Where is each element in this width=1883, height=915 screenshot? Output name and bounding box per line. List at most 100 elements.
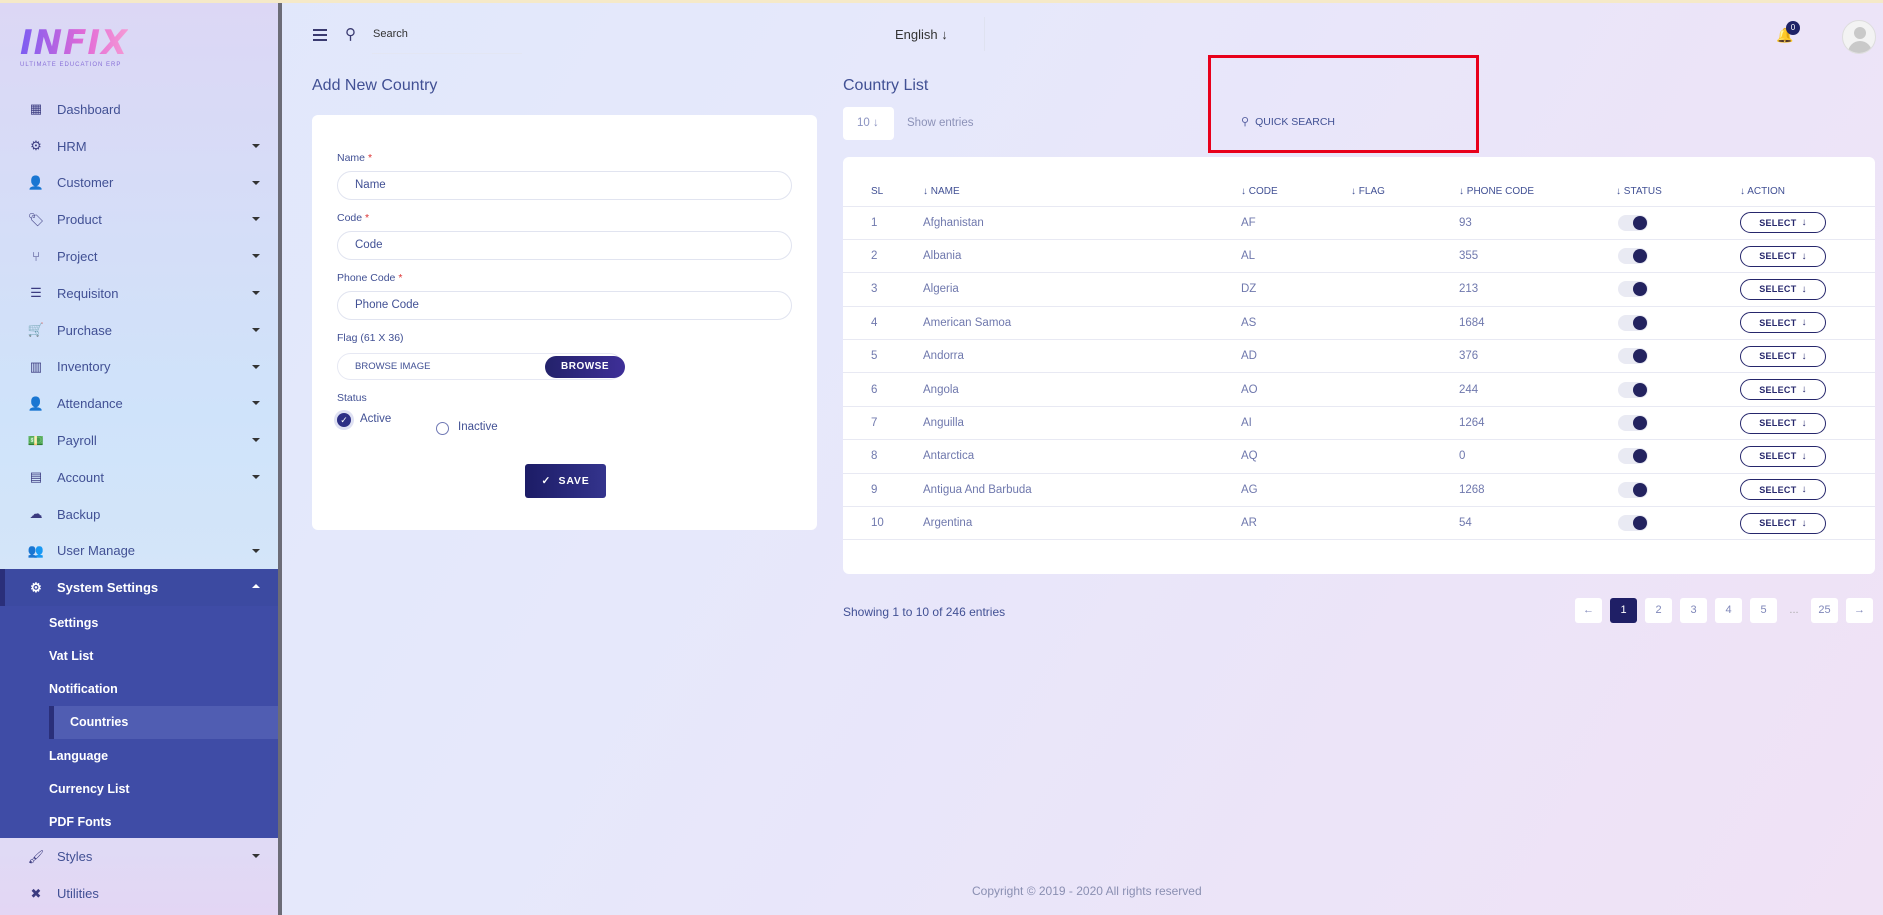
logo-text: INFIX [20,23,129,63]
sidebar-item-utilities[interactable]: ✖ Utilities [0,875,278,912]
prev-page-icon[interactable]: ← [1575,598,1602,623]
action-cell: SELECT ↓ [1740,306,1875,341]
table-row: 6 Angola AO 244 SELECT ↓ [843,372,1875,407]
logo-tagline: ULTIMATE EDUCATION ERP [20,62,122,68]
sidebar-item-customer[interactable]: 👤 Customer [0,165,278,202]
action-cell: SELECT ↓ [1740,406,1875,441]
column-header-sl[interactable]: SL [843,177,923,207]
name-cell: Angola [923,372,1241,407]
select-action-button[interactable]: SELECT ↓ [1740,245,1826,267]
phone-code-cell: 213 [1459,272,1616,307]
column-header-status[interactable]: ↓ STATUS [1616,177,1740,207]
sidebar-item-inventory[interactable]: ▥ Inventory [0,349,278,386]
sidebar-item-dashboard[interactable]: ▦ Dashboard [0,91,278,128]
save-button[interactable]: ✓ SAVE [525,464,606,498]
select-action-button[interactable]: SELECT ↓ [1740,512,1826,534]
sidebar-item-backup[interactable]: ☁ Backup [0,496,278,533]
submenu-item-currency-list[interactable]: Currency List [0,772,278,805]
phone-code-cell: 54 [1459,506,1616,541]
sidebar-item-system-settings[interactable]: ⚙ System Settings [0,569,278,607]
entries-per-page-select[interactable]: 10 ↓ [843,107,894,140]
submenu-item-settings[interactable]: Settings [0,606,278,639]
form-title: Add New Country [312,77,438,94]
select-action-button[interactable]: SELECT ↓ [1740,379,1826,401]
next-page-icon[interactable]: → [1846,598,1873,623]
sidebar-item-account[interactable]: ▤ Account [0,459,278,496]
table-row: 5 Andorra AD 376 SELECT ↓ [843,339,1875,374]
phone-code-field[interactable]: Phone Code [337,291,792,320]
sidebar-item-purchase[interactable]: 🛒 Purchase [0,312,278,349]
page-button[interactable]: 2 [1645,598,1672,623]
inactive-radio[interactable] [436,422,449,435]
flag-cell [1351,506,1459,541]
name-cell: Antigua And Barbuda [923,473,1241,508]
column-header-code[interactable]: ↓ CODE [1241,177,1351,207]
sidebar-item-styles[interactable]: 🖌 Styles [0,838,278,875]
status-toggle[interactable] [1618,481,1648,498]
submenu-item-countries[interactable]: Countries [49,705,278,739]
select-action-button[interactable]: SELECT ↓ [1740,412,1826,434]
active-radio[interactable]: ✓ [337,413,351,427]
status-toggle[interactable] [1618,348,1648,365]
code-cell: AO [1241,372,1351,407]
code-cell: AS [1241,306,1351,341]
status-toggle[interactable] [1618,415,1648,432]
table-row: 3 Algeria DZ 213 SELECT ↓ [843,272,1875,307]
page-button[interactable]: 4 [1715,598,1742,623]
search-underline [372,53,522,54]
chevron-down-icon: ↓ [1801,484,1807,496]
search-input[interactable]: Search [373,28,408,40]
column-header-name[interactable]: ↓ NAME [923,177,1241,207]
sidebar-item-attendance[interactable]: 👤 Attendance [0,385,278,422]
phone-code-cell: 0 [1459,439,1616,474]
name-cell: Antarctica [923,439,1241,474]
submenu-item-notification[interactable]: Notification [0,673,278,706]
select-action-button[interactable]: SELECT ↓ [1740,345,1826,367]
select-action-button[interactable]: SELECT ↓ [1740,278,1826,300]
column-header-flag[interactable]: ↓ FLAG [1351,177,1459,207]
browse-button[interactable]: BROWSE [545,356,625,378]
app-logo[interactable]: INFIX ULTIMATE EDUCATION ERP [20,25,128,69]
sidebar-item-payroll[interactable]: 💵 Payroll [0,422,278,459]
page-button[interactable]: 3 [1680,598,1707,623]
action-cell: SELECT ↓ [1740,439,1875,474]
sidebar-item-product[interactable]: 🏷 Product [0,201,278,238]
avatar[interactable] [1842,20,1876,54]
sidebar-item-label: System Settings [57,580,159,596]
select-action-button[interactable]: SELECT ↓ [1740,212,1826,234]
sidebar-item-hrm[interactable]: ⚙ HRM [0,128,278,165]
submenu-item-language[interactable]: Language [0,739,278,772]
status-toggle[interactable] [1618,248,1648,265]
status-toggle[interactable] [1618,515,1648,532]
column-header-action[interactable]: ↓ ACTION [1740,177,1875,207]
name-cell: Andorra [923,339,1241,374]
sort-icon: ↓ [1459,185,1464,197]
select-action-button[interactable]: SELECT ↓ [1740,479,1826,501]
search-icon[interactable]: ⚲ [345,25,356,43]
language-select[interactable]: English ↓ [895,27,948,42]
menu-toggle-icon[interactable] [313,29,327,44]
code-field[interactable]: Code [337,231,792,260]
action-cell: SELECT ↓ [1740,239,1875,274]
status-toggle[interactable] [1618,214,1648,231]
submenu-item-pdf-fonts[interactable]: PDF Fonts [0,805,278,838]
page-button[interactable]: 1 [1610,598,1637,623]
sidebar-item-requisiton[interactable]: ☰ Requisiton [0,275,278,312]
code-label: Code * [337,212,370,224]
status-toggle[interactable] [1618,281,1648,298]
status-toggle[interactable] [1618,314,1648,331]
sidebar-item-user-manage[interactable]: 👥 User Manage [0,533,278,570]
phone-code-cell: 1264 [1459,406,1616,441]
select-action-button[interactable]: SELECT ↓ [1740,312,1826,334]
page-button[interactable]: 25 [1811,598,1838,623]
submenu-item-vat-list[interactable]: Vat List [0,639,278,672]
status-toggle[interactable] [1618,381,1648,398]
sort-icon: ↓ [923,185,928,197]
page-button[interactable]: 5 [1750,598,1777,623]
column-header-phone-code[interactable]: ↓ PHONE CODE [1459,177,1616,207]
select-action-button[interactable]: SELECT ↓ [1740,445,1826,467]
status-toggle[interactable] [1618,448,1648,465]
sidebar-item-label: Project [57,249,98,265]
name-field[interactable]: Name [337,171,792,200]
sidebar-item-project[interactable]: ⑂ Project [0,238,278,275]
